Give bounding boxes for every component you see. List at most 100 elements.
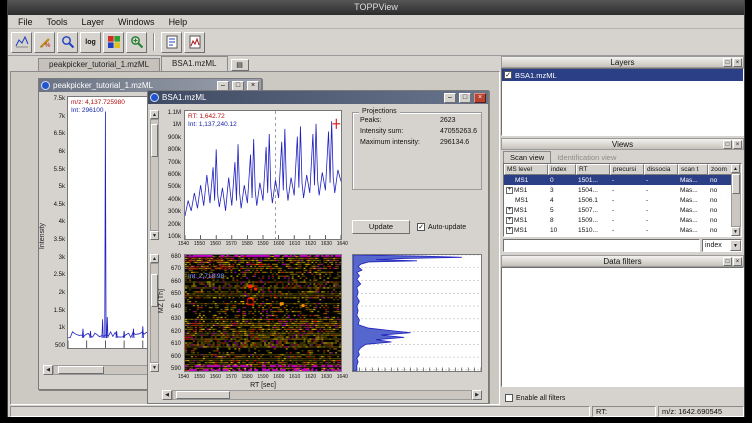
- float-panel-icon[interactable]: □: [723, 140, 732, 149]
- table-cell: 1504...: [576, 187, 610, 194]
- column-header-index[interactable]: index: [548, 164, 576, 175]
- scroll-up-icon[interactable]: ▲: [150, 254, 159, 263]
- tab-bsa1[interactable]: BSA1.mzML: [161, 56, 227, 71]
- views-panel-header[interactable]: Views □ ×: [501, 138, 744, 150]
- data-filters-header[interactable]: Data filters □ ×: [501, 255, 744, 267]
- peak-map-plot[interactable]: RT: 1,616.65 m/z: 671.75083 Int: 2,718.9…: [184, 254, 342, 372]
- chromatogram-plot[interactable]: RT: 1,642.72 Int: 1,137,240.12: [184, 110, 342, 240]
- column-header-RT[interactable]: RT: [576, 164, 610, 175]
- scroll-left-icon[interactable]: ◀: [162, 390, 172, 400]
- scroll-down-icon[interactable]: ▼: [731, 227, 740, 236]
- close-panel-icon[interactable]: ×: [733, 257, 742, 266]
- scroll-thumb[interactable]: [176, 391, 230, 399]
- auto-update-checkbox[interactable]: ✓ Auto-update: [417, 223, 466, 231]
- close-button[interactable]: ×: [247, 81, 259, 91]
- reset-zoom-button[interactable]: [11, 32, 32, 53]
- scroll-thumb[interactable]: [151, 124, 158, 157]
- scroll-thumb[interactable]: [58, 366, 104, 374]
- tick-label: 1630: [321, 241, 332, 247]
- menu-windows[interactable]: Windows: [111, 16, 162, 28]
- chromatogram-y-tick-labels: 1.1M1M900k800k700k600k500k400k300k200k10…: [160, 110, 181, 240]
- tick-label: 1550: [194, 374, 205, 380]
- intensity-mode-button[interactable]: [103, 32, 124, 53]
- window-bsa1[interactable]: BSA1.mzML – □ × ▲ ▼ 1.1M1M900k800k700k60…: [147, 90, 489, 404]
- topp-window-icon: [150, 93, 159, 102]
- tab-scan-view[interactable]: Scan view: [503, 151, 551, 163]
- close-button[interactable]: ×: [474, 93, 486, 103]
- log-intensity-button[interactable]: log: [80, 32, 101, 53]
- close-panel-icon[interactable]: ×: [733, 140, 742, 149]
- maximize-button[interactable]: □: [459, 93, 471, 103]
- scroll-down-icon[interactable]: ▼: [150, 231, 159, 240]
- tab-peakpicker-tutorial[interactable]: peakpicker_tutorial_1.mzML: [38, 58, 160, 71]
- search-column-combo[interactable]: index ▼: [702, 239, 742, 252]
- table-row[interactable]: +MS131504...--Mas...no: [504, 185, 741, 195]
- table-cell: 4: [548, 197, 576, 204]
- map-horizontal-scrollbar[interactable]: ◀ ▶: [162, 390, 482, 400]
- layer-visible-checkbox[interactable]: ✓: [504, 71, 512, 79]
- expand-icon[interactable]: +: [506, 187, 513, 194]
- scroll-track[interactable]: [150, 119, 159, 231]
- minimize-button[interactable]: –: [444, 93, 456, 103]
- close-panel-icon[interactable]: ×: [733, 58, 742, 67]
- table-row[interactable]: MS101501...--Mas...no: [504, 175, 741, 185]
- toolbar: % log: [8, 29, 744, 56]
- measure-mode-button[interactable]: %: [34, 32, 55, 53]
- chromatogram-vertical-scrollbar[interactable]: ▲ ▼: [150, 110, 159, 240]
- maximize-button[interactable]: □: [232, 81, 244, 91]
- menu-tools[interactable]: Tools: [40, 16, 75, 28]
- scan-table-scrollbar[interactable]: ▲ ▼: [731, 164, 741, 236]
- scroll-track[interactable]: [172, 390, 472, 400]
- column-header-scan-t[interactable]: scan t: [678, 164, 708, 175]
- layers-panel-header[interactable]: Layers □ ×: [501, 56, 744, 68]
- expand-icon[interactable]: +: [506, 207, 513, 214]
- table-cell: -: [610, 197, 644, 204]
- mz-projection-plot[interactable]: [352, 254, 482, 372]
- scroll-track[interactable]: [731, 173, 741, 227]
- tab-bar-corner-button[interactable]: ▤: [231, 59, 249, 71]
- scroll-left-icon[interactable]: ◀: [43, 365, 53, 375]
- column-header-dissocia[interactable]: dissocia: [644, 164, 678, 175]
- scroll-down-icon[interactable]: ▼: [150, 363, 159, 372]
- column-header-precursi[interactable]: precursi: [610, 164, 644, 175]
- magnifier-plus-icon: [130, 35, 144, 49]
- column-header-zoom[interactable]: zoom: [708, 164, 732, 175]
- tab-identification-view[interactable]: Identification view: [551, 152, 622, 163]
- window-title: TOPPView: [354, 2, 398, 12]
- projection-view-button[interactable]: [184, 32, 205, 53]
- zoom-mode-button[interactable]: [57, 32, 78, 53]
- float-panel-icon[interactable]: □: [723, 58, 732, 67]
- float-panel-icon[interactable]: □: [723, 257, 732, 266]
- update-button[interactable]: Update: [352, 220, 410, 234]
- scroll-up-icon[interactable]: ▲: [150, 110, 159, 119]
- table-row[interactable]: +MS1101510...--Mas...no: [504, 225, 741, 235]
- menu-file[interactable]: File: [11, 16, 40, 28]
- data-filters-list: [501, 267, 744, 387]
- expand-icon[interactable]: +: [506, 227, 513, 234]
- tick-label: 1560: [210, 374, 221, 380]
- table-row[interactable]: MS141506.1--Mas...no: [504, 195, 741, 205]
- scan-search-input[interactable]: [503, 239, 700, 252]
- status-message-field: [10, 406, 590, 417]
- minimize-button[interactable]: –: [217, 81, 229, 91]
- menu-layer[interactable]: Layer: [75, 16, 112, 28]
- scroll-thumb[interactable]: [732, 174, 740, 194]
- scroll-thumb[interactable]: [151, 274, 158, 307]
- layer-item-bsa1[interactable]: ✓ BSA1.mzML: [502, 69, 743, 81]
- scroll-right-icon[interactable]: ▶: [472, 390, 482, 400]
- table-row[interactable]: +MS151507...--Mas...no: [504, 205, 741, 215]
- spectra-list-button[interactable]: [161, 32, 182, 53]
- window-titlebar[interactable]: TOPPView: [8, 0, 744, 15]
- table-row[interactable]: +MS181509...--Mas...no: [504, 215, 741, 225]
- tick-label: 2.5k: [54, 272, 65, 278]
- column-header-MS-level[interactable]: MS level: [504, 164, 548, 175]
- window-bsa1-titlebar[interactable]: BSA1.mzML – □ ×: [148, 91, 488, 104]
- enable-all-filters-checkbox[interactable]: Enable all filters: [505, 394, 565, 402]
- menu-help[interactable]: Help: [162, 16, 195, 28]
- tick-label: 1570: [226, 241, 237, 247]
- snap-zoom-button[interactable]: [126, 32, 147, 53]
- table-cell: -: [644, 207, 678, 214]
- scroll-up-icon[interactable]: ▲: [731, 164, 740, 173]
- expand-icon[interactable]: +: [506, 217, 513, 224]
- tick-label: 1560: [210, 241, 221, 247]
